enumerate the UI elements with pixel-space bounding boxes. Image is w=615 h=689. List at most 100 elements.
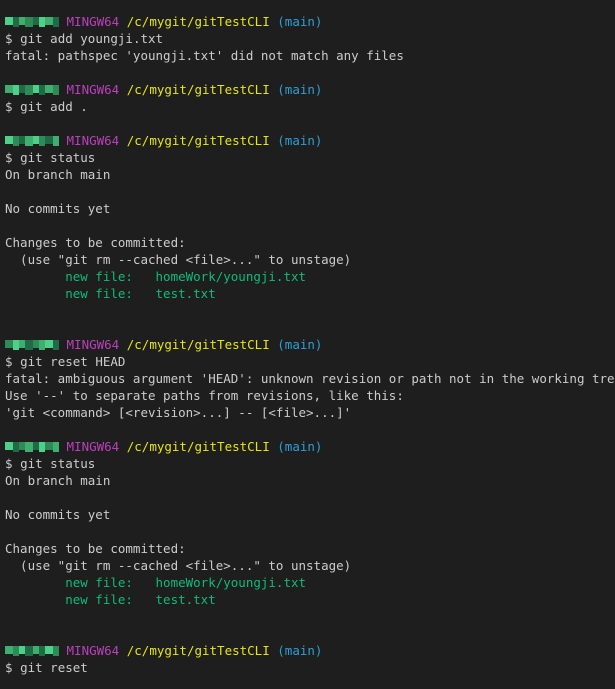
output-line: (use "git rm --cached <file>..." to unst… [5,252,352,267]
current-path: /c/mygit/gitTestCLI [126,643,270,658]
prompt-line: MINGW64 /c/mygit/gitTestCLI (main) [5,336,615,353]
redacted-pixel [45,442,53,450]
redacted-pixel [5,442,13,450]
output-line: No commits yet [5,507,111,522]
redacted-pixel [25,442,33,452]
output-line: new file: test.txt [5,286,216,301]
redacted-pixel [45,17,53,25]
system-name: MINGW64 [66,439,120,454]
redacted-username [5,642,59,659]
redacted-pixel [53,136,59,146]
system-name: MINGW64 [66,14,120,29]
redacted-pixel [45,85,53,93]
command-text[interactable]: git add . [20,99,88,114]
redacted-pixel [45,340,53,348]
redacted-pixel [25,646,33,656]
branch-label: (main) [277,133,323,148]
branch-label: (main) [277,14,323,29]
redacted-pixel [53,646,59,656]
prompt-line: MINGW64 /c/mygit/gitTestCLI (main) [5,642,615,659]
redacted-pixel [5,136,13,144]
branch-label: (main) [277,337,323,352]
current-path: /c/mygit/gitTestCLI [126,14,270,29]
prompt-symbol: $ [5,31,13,46]
command-text[interactable]: git reset [20,660,88,675]
prompt-line: MINGW64 /c/mygit/gitTestCLI (main) [5,81,615,98]
redacted-pixel [53,340,59,350]
redacted-pixel [5,17,13,25]
current-path: /c/mygit/gitTestCLI [126,439,270,454]
prompt-line: MINGW64 /c/mygit/gitTestCLI (main) [5,438,615,455]
redacted-pixel [45,136,53,144]
current-path: /c/mygit/gitTestCLI [126,82,270,97]
prompt-symbol: $ [5,354,13,369]
output-line: new file: test.txt [5,592,216,607]
command-text[interactable]: git status [20,456,95,471]
branch-label: (main) [277,82,323,97]
redacted-pixel [45,646,53,654]
system-name: MINGW64 [66,337,120,352]
system-name: MINGW64 [66,82,120,97]
redacted-pixel [5,646,13,654]
system-name: MINGW64 [66,643,120,658]
command-line[interactable]: $ git status [5,149,615,166]
branch-label: (main) [277,439,323,454]
redacted-pixel [53,442,59,452]
command-line[interactable]: $ git reset [5,659,615,676]
output-line: fatal: ambiguous argument 'HEAD': unknow… [5,371,615,386]
output-line: No commits yet [5,201,111,216]
redacted-pixel [5,340,13,348]
command-line[interactable]: $ git add youngji.txt [5,30,615,47]
output-line: new file: homeWork/youngji.txt [5,575,307,590]
output-line: new file: homeWork/youngji.txt [5,269,307,284]
command-line[interactable]: $ git reset HEAD [5,353,615,370]
output-line: (use "git rm --cached <file>..." to unst… [5,558,352,573]
prompt-symbol: $ [5,99,13,114]
command-text[interactable]: git reset HEAD [20,354,125,369]
command-line[interactable]: $ git add . [5,98,615,115]
redacted-pixel [25,17,33,27]
terminal-window[interactable]: MINGW64 /c/mygit/gitTestCLI (main) $ git … [0,0,615,689]
prompt-symbol: $ [5,456,13,471]
command-text[interactable]: git status [20,150,95,165]
prompt-symbol: $ [5,150,13,165]
output-line: 'git <command> [<revision>...] -- [<file… [5,405,352,420]
redacted-username [5,13,59,30]
redacted-username [5,81,59,98]
output-line: Changes to be committed: [5,235,186,250]
redacted-pixel [5,85,13,93]
output-line: fatal: pathspec 'youngji.txt' did not ma… [5,48,404,63]
redacted-pixel [53,17,59,27]
prompt-line: MINGW64 /c/mygit/gitTestCLI (main) [5,13,615,30]
current-path: /c/mygit/gitTestCLI [126,133,270,148]
redacted-pixel [25,85,33,95]
output-line: On branch main [5,167,111,182]
redacted-pixel [25,136,33,146]
output-line: On branch main [5,473,111,488]
redacted-pixel [53,85,59,95]
redacted-username [5,336,59,353]
redacted-username [5,132,59,149]
output-line: Use '--' to separate paths from revision… [5,388,404,403]
command-text[interactable]: git add youngji.txt [20,31,163,46]
prompt-line: MINGW64 /c/mygit/gitTestCLI (main) [5,132,615,149]
redacted-username [5,438,59,455]
prompt-symbol: $ [5,660,13,675]
redacted-pixel [25,340,33,350]
current-path: /c/mygit/gitTestCLI [126,337,270,352]
output-line: Changes to be committed: [5,541,186,556]
system-name: MINGW64 [66,133,120,148]
branch-label: (main) [277,643,323,658]
command-line[interactable]: $ git status [5,455,615,472]
